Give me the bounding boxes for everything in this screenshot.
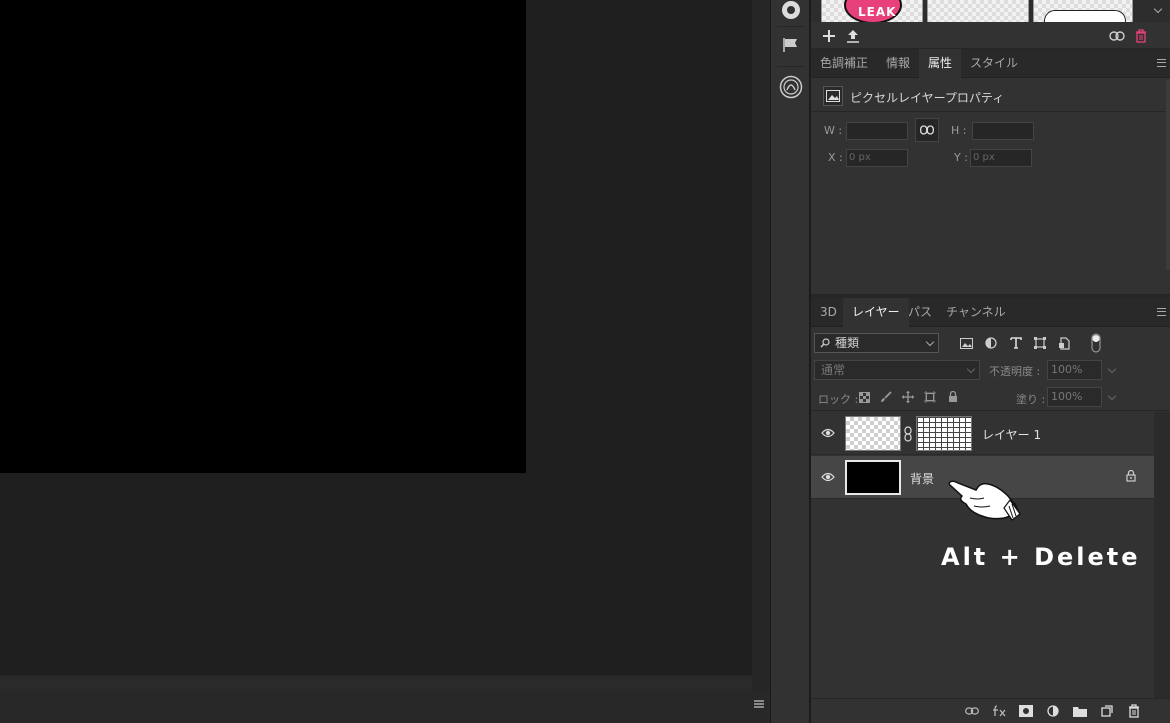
hand-pointer-icon: [946, 476, 1026, 525]
y-label: Y :: [954, 151, 968, 164]
opacity-field[interactable]: 100%: [1047, 360, 1117, 380]
library-toolbar: [811, 22, 1170, 49]
filter-type-icon[interactable]: [1009, 336, 1023, 350]
tab-adjustments[interactable]: 色調補正: [811, 49, 877, 78]
eye-icon[interactable]: [821, 426, 835, 440]
search-icon: [820, 338, 830, 348]
tab-properties[interactable]: 属性: [919, 49, 962, 78]
right-panel-dock: LEAK 色調補正 情報 属性 スタイル ピクセルレイヤープロパティ W: H…: [811, 0, 1170, 723]
add-content-icon[interactable]: [821, 28, 837, 44]
fill-field[interactable]: 100%: [1047, 387, 1117, 407]
height-field[interactable]: [972, 122, 1034, 140]
properties-tab-bar: 色調補正 情報 属性 スタイル: [811, 49, 1170, 78]
layer-row-selected[interactable]: 背景: [811, 456, 1154, 521]
layers-tab-bar: 3D レイヤー パス チャンネル: [811, 298, 1170, 327]
panel-menu-icon[interactable]: [1157, 308, 1166, 316]
x-label: X :: [828, 151, 843, 164]
status-bar: [0, 690, 770, 723]
workspace-gutter: [752, 0, 770, 690]
panel-icon-strip: [770, 0, 810, 723]
layer-mask-link-icon[interactable]: [904, 426, 912, 445]
layer-row[interactable]: レイヤー 1: [811, 412, 1154, 455]
lock-image-pixels-icon[interactable]: [880, 391, 892, 403]
width-label: W :: [824, 124, 843, 137]
tab-styles[interactable]: スタイル: [961, 49, 1027, 78]
layers-scrollbar[interactable]: [1154, 412, 1170, 698]
new-layer-icon[interactable]: [1100, 704, 1114, 718]
x-field[interactable]: 0 px: [846, 149, 908, 167]
width-field[interactable]: [846, 122, 908, 140]
library-asset-thumb[interactable]: LEAK: [821, 0, 923, 22]
library-asset-thumb[interactable]: [1033, 0, 1133, 22]
library-asset-caption: LEAK: [858, 5, 897, 19]
properties-header: ピクセルレイヤープロパティ: [811, 80, 1170, 112]
opacity-value: 100%: [1051, 363, 1083, 376]
document-workspace[interactable]: [0, 0, 752, 690]
tab-paths[interactable]: パス: [899, 298, 941, 327]
lock-transparent-pixels-icon[interactable]: [858, 391, 870, 403]
creative-cloud-icon[interactable]: [1109, 28, 1125, 44]
blend-mode-value: 通常: [821, 363, 846, 377]
tab-info[interactable]: 情報: [877, 49, 919, 78]
document-canvas[interactable]: [0, 0, 526, 473]
layers-footer-toolbar: [811, 698, 1170, 723]
flag-icon[interactable]: [771, 25, 811, 65]
eye-icon[interactable]: [821, 470, 835, 484]
chevron-down-icon[interactable]: [1153, 4, 1163, 14]
lock-all-icon[interactable]: [947, 391, 959, 403]
filter-pixel-icon[interactable]: [959, 336, 973, 350]
y-field[interactable]: 0 px: [970, 149, 1032, 167]
layer-filter-select[interactable]: 種類: [814, 333, 939, 353]
layer-name[interactable]: レイヤー 1: [982, 426, 1041, 443]
upload-icon[interactable]: [845, 28, 861, 44]
panel-menu-icon[interactable]: [1157, 59, 1166, 67]
trash-icon[interactable]: [1133, 28, 1149, 44]
library-asset-thumb[interactable]: [927, 0, 1029, 22]
layer-thumbnail[interactable]: [845, 460, 901, 495]
horizontal-scrollbar[interactable]: [0, 675, 752, 690]
adobe-color-icon[interactable]: [771, 67, 811, 107]
layer-thumbnail[interactable]: [845, 416, 901, 451]
opacity-label: 不透明度 :: [989, 365, 1041, 378]
layer-name[interactable]: 背景: [910, 470, 934, 487]
tab-channels[interactable]: チャンネル: [937, 298, 1015, 327]
library-thumbnail-strip: LEAK: [811, 0, 1170, 22]
filter-smart-object-icon[interactable]: [1057, 336, 1071, 350]
lock-position-icon[interactable]: [902, 391, 914, 403]
adjustment-layer-icon[interactable]: [1046, 704, 1060, 718]
fill-value: 100%: [1051, 390, 1083, 403]
shortcut-annotation: Alt + Delete: [941, 543, 1141, 571]
add-mask-icon[interactable]: [1019, 704, 1033, 718]
filter-shape-icon[interactable]: [1033, 336, 1047, 350]
lock-icon[interactable]: [1126, 469, 1136, 485]
layer-filter-value: 種類: [835, 336, 860, 350]
properties-scrollbar[interactable]: [1166, 80, 1170, 270]
filter-adjustment-icon[interactable]: [984, 336, 998, 350]
link-layers-icon[interactable]: [965, 704, 979, 718]
blend-mode-select[interactable]: 通常: [814, 360, 980, 380]
link-dimensions-button[interactable]: [915, 118, 939, 142]
lock-artboard-icon[interactable]: [924, 391, 936, 403]
status-menu-icon[interactable]: [754, 700, 764, 708]
folder-icon[interactable]: [1073, 704, 1087, 718]
filter-toggle[interactable]: [1091, 333, 1101, 353]
tab-3d[interactable]: 3D: [811, 298, 846, 327]
fx-icon[interactable]: [992, 704, 1006, 718]
layer-mask-thumbnail[interactable]: [916, 416, 972, 451]
lock-label: ロック :: [818, 393, 859, 406]
height-label: H :: [951, 124, 967, 137]
properties-title: ピクセルレイヤープロパティ: [850, 91, 1005, 105]
fill-label: 塗り :: [1016, 393, 1046, 406]
trash-icon[interactable]: [1127, 704, 1141, 718]
image-icon: [823, 86, 843, 106]
layers-options: 種類 通常 不透明度 : 100% ロック : 塗り: 100%: [811, 327, 1170, 411]
